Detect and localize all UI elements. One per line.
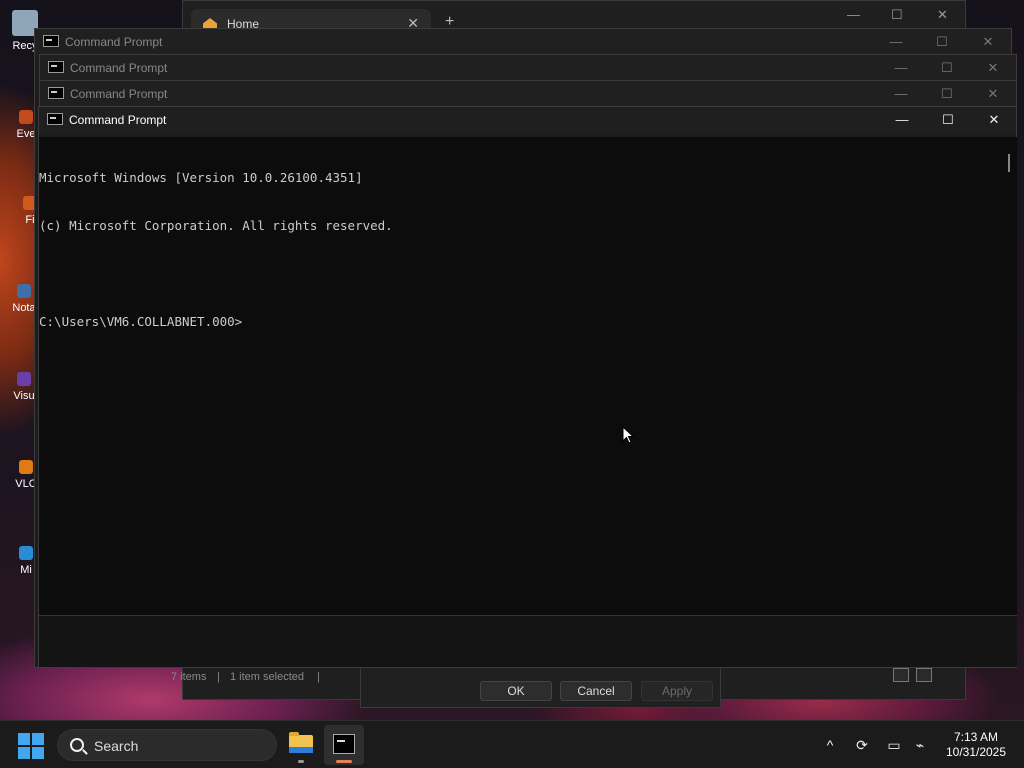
windows-logo-pane — [32, 747, 44, 759]
status-separator: | — [317, 671, 320, 683]
window-title: Command Prompt — [65, 35, 163, 49]
windows-logo-pane — [32, 733, 44, 745]
vertical-scrollbar[interactable] — [1001, 137, 1017, 615]
console-line: (c) Microsoft Corporation. All rights re… — [39, 218, 393, 233]
terminal-icon — [333, 734, 355, 754]
console-output[interactable]: Microsoft Windows [Version 10.0.26100.43… — [39, 137, 1001, 615]
taskbar-command-prompt[interactable] — [324, 725, 364, 765]
close-button[interactable]: ✕ — [970, 81, 1016, 107]
title-bar[interactable]: Command Prompt — ☐ ✕ — [35, 29, 1011, 55]
title-bar[interactable]: Command Prompt — ☐ ✕ — [40, 55, 1016, 81]
running-indicator — [298, 760, 304, 763]
minimize-button[interactable]: — — [873, 29, 919, 55]
minimize-button[interactable]: — — [879, 107, 925, 133]
vlc-icon — [19, 460, 33, 474]
explorer-minimize-button[interactable]: — — [847, 7, 860, 22]
details-view-button[interactable] — [893, 668, 909, 682]
start-button[interactable] — [18, 733, 44, 759]
search-placeholder: Search — [94, 738, 139, 754]
cmd-window-active: Command Prompt — ☐ ✕ Microsoft Windows [… — [38, 106, 1017, 667]
cmd-icon — [43, 35, 59, 47]
windows-logo-icon — [18, 733, 30, 745]
taskbar-file-explorer[interactable] — [281, 725, 321, 765]
explorer-close-button[interactable]: ✕ — [937, 7, 948, 23]
notepad-icon — [17, 284, 31, 298]
maximize-button[interactable]: ☐ — [924, 81, 970, 107]
explorer-maximize-button[interactable]: ☐ — [891, 7, 903, 23]
everything-icon — [19, 110, 33, 124]
title-bar[interactable]: Command Prompt — ☐ ✕ — [40, 81, 1016, 107]
window-title: Command Prompt — [70, 87, 168, 101]
close-button[interactable]: ✕ — [970, 55, 1016, 81]
close-button[interactable]: ✕ — [965, 29, 1011, 55]
sync-icon[interactable]: ⟳ — [852, 735, 872, 755]
cmd-icon — [48, 87, 64, 99]
cmd-icon — [48, 61, 64, 73]
console-empty-area — [39, 615, 1017, 667]
taskbar-clock[interactable]: 7:13 AM 10/31/2025 — [938, 730, 1014, 760]
edge-icon — [19, 546, 33, 560]
minimize-button[interactable]: — — [878, 81, 924, 107]
taskbar-search-box[interactable]: Search — [57, 729, 277, 761]
cancel-button[interactable]: Cancel — [560, 681, 632, 701]
maximize-button[interactable]: ☐ — [925, 107, 971, 133]
status-selected-count: 1 item selected — [230, 671, 304, 683]
show-hidden-icons-chevron-icon[interactable]: ^ — [820, 735, 840, 755]
tiles-view-button[interactable] — [916, 668, 932, 682]
clock-time: 7:13 AM — [953, 730, 999, 744]
active-indicator — [336, 760, 352, 763]
window-title: Command Prompt — [69, 113, 167, 127]
clock-date: 10/31/2025 — [945, 745, 1007, 759]
ok-button[interactable]: OK — [480, 681, 552, 701]
network-disconnected-icon[interactable]: ⌁ — [910, 735, 930, 755]
maximize-button[interactable]: ☐ — [919, 29, 965, 55]
apply-button[interactable]: Apply — [641, 681, 713, 701]
folder-icon — [289, 732, 313, 753]
title-bar[interactable]: Command Prompt — ☐ ✕ — [39, 107, 1016, 133]
status-separator: | — [217, 671, 220, 683]
scrollbar-thumb[interactable] — [1008, 154, 1010, 172]
cmd-icon — [47, 113, 63, 125]
console-line: Microsoft Windows [Version 10.0.26100.43… — [39, 170, 363, 185]
search-icon — [70, 738, 84, 752]
close-button[interactable]: ✕ — [971, 107, 1017, 133]
window-title: Command Prompt — [70, 61, 168, 75]
minimize-button[interactable]: — — [878, 55, 924, 81]
status-item-count: 7 items — [171, 671, 207, 683]
maximize-button[interactable]: ☐ — [924, 55, 970, 81]
visual-studio-icon — [17, 372, 31, 386]
windows-logo-pane — [18, 747, 30, 759]
display-icon[interactable]: ▭ — [884, 735, 904, 755]
taskbar: Search ^ ⟳ ▭ ⌁ 7:13 AM 10/31/2025 — [0, 720, 1024, 768]
mouse-cursor-icon — [622, 426, 634, 444]
console-prompt: C:\Users\VM6.COLLABNET.000> — [39, 314, 243, 329]
